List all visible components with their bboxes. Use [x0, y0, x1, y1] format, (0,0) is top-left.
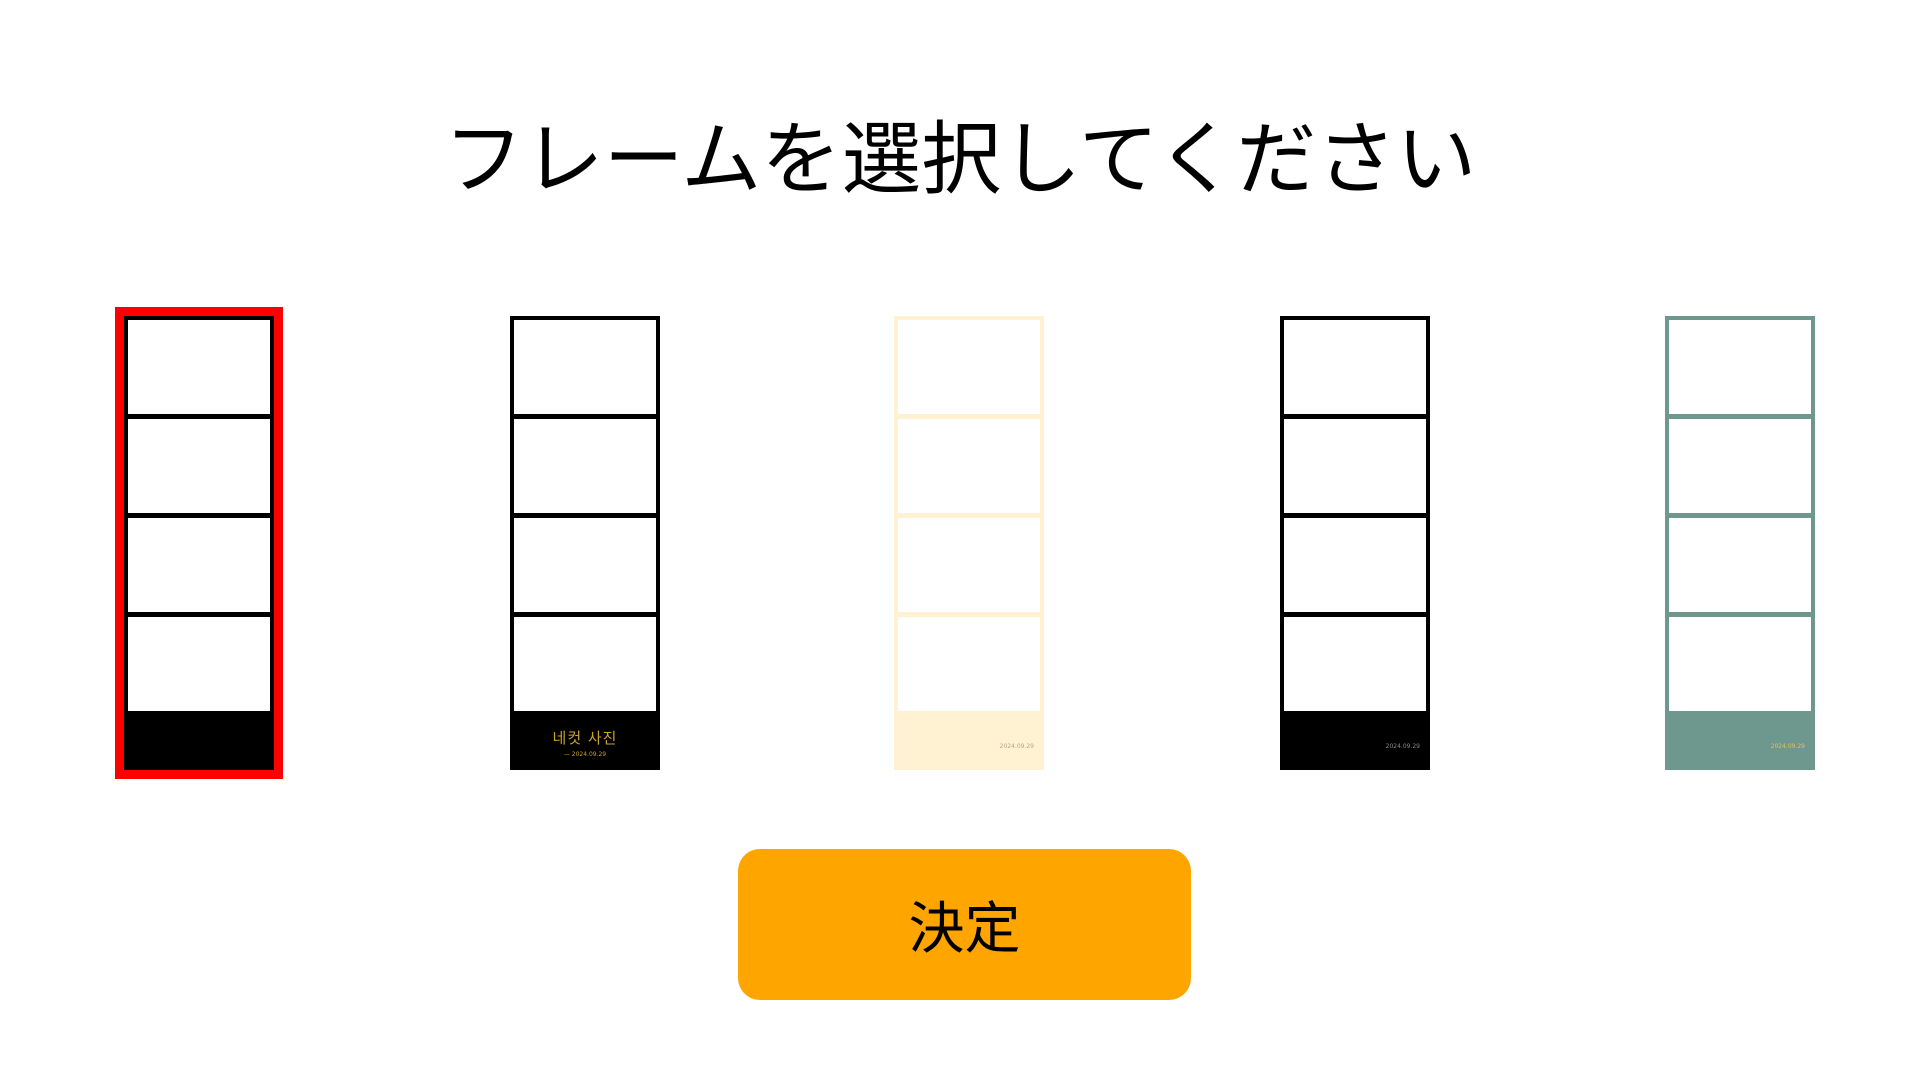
page-title: フレームを選択してください: [443, 113, 1477, 206]
frame-option-4[interactable]: 2024.09.29: [1280, 316, 1430, 770]
photo-slot: [1284, 419, 1426, 513]
frame-footer-date: 2024.09.29: [1385, 743, 1420, 750]
photo-slot: [1669, 518, 1811, 612]
frame-strip: 2024.09.29: [1665, 316, 1815, 770]
frame-footer-date: 2024.09.29: [1770, 743, 1805, 750]
frame-strip: 2024.09.29: [894, 316, 1044, 770]
frame-footer: 2024.09.29: [894, 715, 1044, 770]
photo-slot: [1669, 419, 1811, 513]
photo-slot: [128, 419, 270, 513]
photo-slot: [1284, 320, 1426, 414]
photo-slot: [514, 320, 656, 414]
photo-slot: [1284, 518, 1426, 612]
photo-slot: [1284, 617, 1426, 711]
frame-option-3[interactable]: 2024.09.29: [894, 316, 1044, 770]
photo-slot: [1669, 617, 1811, 711]
photo-slot: [128, 320, 270, 414]
frame-strip: 네컷 사진 — 2024.09.29: [510, 316, 660, 770]
photo-slot: [514, 617, 656, 711]
photo-slot: [898, 419, 1040, 513]
frame-footer: 네컷 사진 — 2024.09.29: [510, 715, 660, 770]
frame-option-5[interactable]: 2024.09.29: [1665, 316, 1815, 770]
photo-slot: [128, 617, 270, 711]
photo-slot: [128, 518, 270, 612]
frame-select-screen: フレームを選択してください 네컷 사진 — 2024.09.29 2024.09…: [0, 0, 1920, 1080]
frame-option-1[interactable]: [115, 307, 283, 779]
photo-slot: [514, 518, 656, 612]
frame-option-2[interactable]: 네컷 사진 — 2024.09.29: [510, 316, 660, 770]
frame-footer-date: — 2024.09.29: [563, 751, 607, 758]
frame-options: 네컷 사진 — 2024.09.29 2024.09.29 2024.09.29…: [0, 307, 1920, 779]
frame-footer-title: 네컷 사진: [552, 729, 618, 747]
frame-strip: 2024.09.29: [1280, 316, 1430, 770]
photo-slot: [898, 617, 1040, 711]
decide-button[interactable]: 決定: [738, 849, 1191, 1000]
frame-footer: [124, 715, 274, 770]
frame-footer-date: 2024.09.29: [999, 743, 1034, 750]
photo-slot: [1669, 320, 1811, 414]
frame-footer: 2024.09.29: [1665, 715, 1815, 770]
photo-slot: [898, 320, 1040, 414]
frame-footer: 2024.09.29: [1280, 715, 1430, 770]
photo-slot: [898, 518, 1040, 612]
photo-slot: [514, 419, 656, 513]
frame-strip: [124, 316, 274, 770]
